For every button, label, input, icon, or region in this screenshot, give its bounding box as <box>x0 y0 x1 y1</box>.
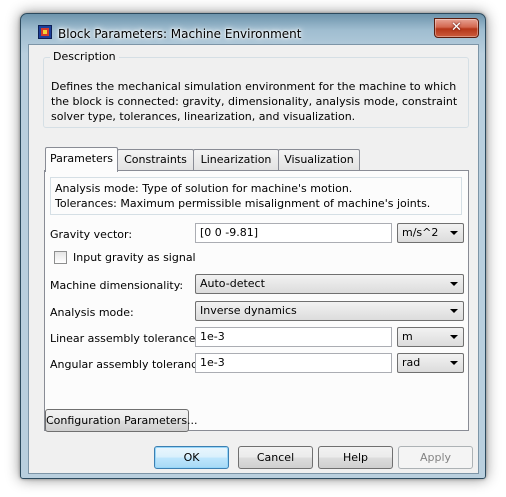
chevron-down-icon <box>450 361 458 365</box>
gravity-unit-value: m/s^2 <box>402 226 439 239</box>
chevron-down-icon <box>450 282 458 286</box>
tab-label: Visualization <box>284 153 354 166</box>
help-label: Help <box>342 451 369 464</box>
gravity-vector-label: Gravity vector: <box>50 228 133 241</box>
angular-tolerance-unit-select[interactable]: rad <box>397 353 464 373</box>
gravity-vector-input[interactable]: [0 0 -9.81] <box>195 223 392 243</box>
linear-tolerance-unit-select[interactable]: m <box>397 327 464 347</box>
angular-tolerance-label: Angular assembly tolerance: <box>50 358 208 371</box>
window-title: Block Parameters: Machine Environment <box>58 27 302 41</box>
analysis-mode-select[interactable]: Inverse dynamics <box>195 301 464 321</box>
chevron-down-icon <box>450 335 458 339</box>
angular-tolerance-input[interactable]: 1e-3 <box>195 353 392 373</box>
configuration-parameters-label: Configuration Parameters... <box>46 414 198 427</box>
linear-tolerance-unit-value: m <box>402 330 413 343</box>
parameters-panel: Analysis mode: Type of solution for mach… <box>44 170 469 431</box>
tab-constraints[interactable]: Constraints <box>117 149 194 170</box>
help-tolerances: Tolerances: Maximum permissible misalign… <box>55 197 431 210</box>
chevron-down-icon <box>450 309 458 313</box>
close-button[interactable]: ✕ <box>434 18 479 38</box>
dimensionality-select[interactable]: Auto-detect <box>195 274 464 294</box>
block-parameters-dialog: Block Parameters: Machine Environment ✕ … <box>20 13 486 479</box>
cancel-label: Cancel <box>256 451 295 464</box>
input-gravity-label: Input gravity as signal <box>73 251 196 264</box>
description-text: Defines the mechanical simulation enviro… <box>51 80 458 123</box>
dimensionality-label: Machine dimensionality: <box>50 279 184 292</box>
close-icon: ✕ <box>451 20 462 35</box>
cancel-button[interactable]: Cancel <box>238 446 313 469</box>
tab-label: Constraints <box>124 153 187 166</box>
help-analysis-mode: Analysis mode: Type of solution for mach… <box>55 182 353 195</box>
ok-label: OK <box>183 451 200 464</box>
chevron-down-icon <box>450 231 458 235</box>
dimensionality-value: Auto-detect <box>200 277 265 290</box>
tab-parameters[interactable]: Parameters <box>45 147 118 172</box>
configuration-parameters-button[interactable]: Configuration Parameters... <box>45 409 198 432</box>
tab-visualization[interactable]: Visualization <box>278 149 360 170</box>
ok-button[interactable]: OK <box>154 446 229 469</box>
analysis-mode-value: Inverse dynamics <box>200 304 297 317</box>
apply-label: Apply <box>419 451 452 464</box>
tab-linearization[interactable]: Linearization <box>193 149 279 170</box>
help-button[interactable]: Help <box>318 446 393 469</box>
apply-button[interactable]: Apply <box>398 446 473 469</box>
linear-tolerance-input[interactable]: 1e-3 <box>195 327 392 347</box>
linear-tolerance-label: Linear assembly tolerance: <box>50 332 200 345</box>
tab-label: Linearization <box>200 153 272 166</box>
angular-tolerance-unit-value: rad <box>402 356 421 369</box>
simulink-block-icon <box>38 25 52 39</box>
analysis-mode-label: Analysis mode: <box>50 306 134 319</box>
dialog-client-area: Description Defines the mechanical simul… <box>28 44 479 474</box>
title-bar[interactable]: Block Parameters: Machine Environment ✕ <box>21 14 485 44</box>
description-legend: Description <box>50 50 119 64</box>
input-gravity-checkbox[interactable] <box>54 251 67 264</box>
tab-label: Parameters <box>50 152 113 165</box>
parameters-help-box: Analysis mode: Type of solution for mach… <box>50 177 462 215</box>
gravity-unit-select[interactable]: m/s^2 <box>397 223 464 243</box>
